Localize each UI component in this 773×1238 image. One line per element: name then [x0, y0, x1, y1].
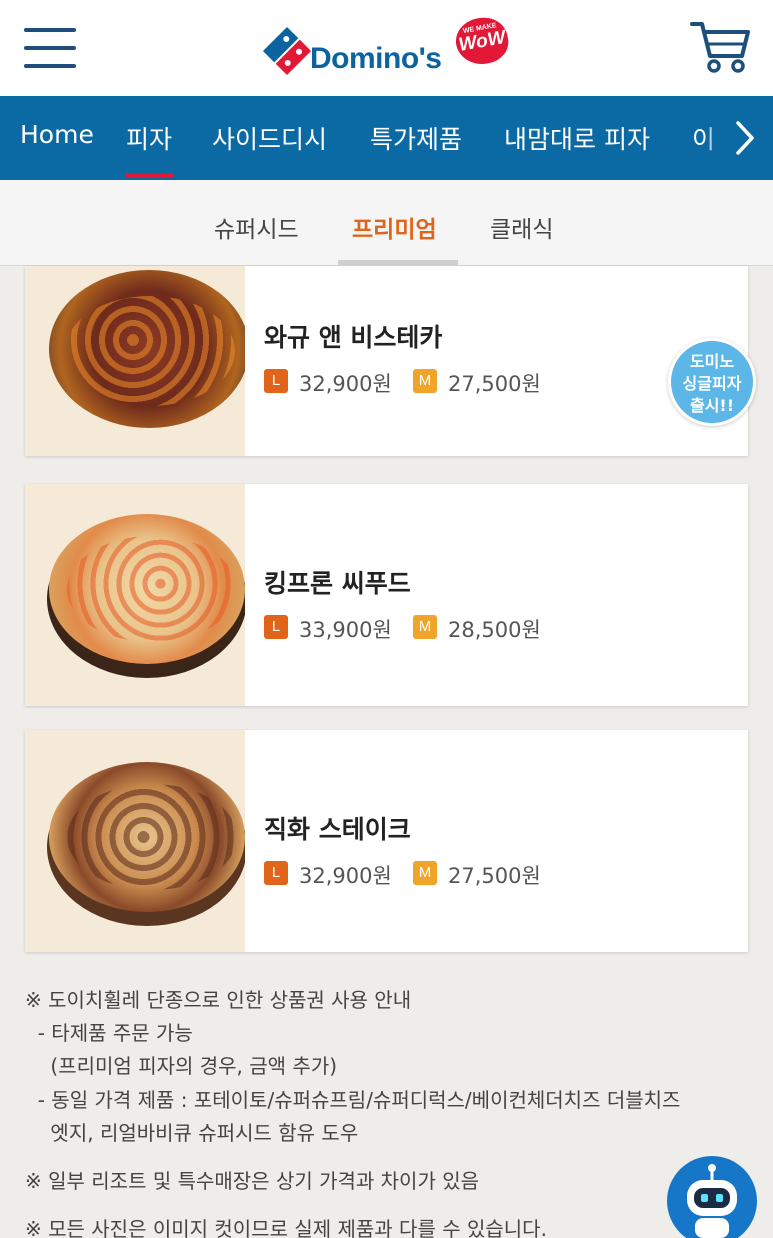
- promo-line: 출시!!: [689, 396, 735, 415]
- product-card[interactable]: 와규 앤 비스테카 L 32,900원 M 27,500원: [25, 266, 748, 456]
- dominos-logo[interactable]: Domino's WE MAKE WoW: [262, 13, 514, 82]
- nav-item-custom-pizza[interactable]: 내맘대로 피자: [504, 120, 650, 156]
- product-name: 킹프론 씨푸드: [264, 569, 411, 598]
- domino-tile-icon: [262, 26, 312, 76]
- price-medium: 27,500원: [448, 372, 541, 396]
- notice-text: - 동일 가격 제품 : 포테이토/슈퍼슈프림/슈퍼디럭스/베이컨체더치즈 더블…: [25, 1088, 681, 1112]
- notice-text: ※ 모든 사진은 이미지 컷이므로 실제 제품과 다를 수 있습니다.: [25, 1217, 547, 1238]
- size-l-badge: L: [264, 861, 288, 885]
- price-medium: 28,500원: [448, 618, 541, 642]
- price-large: 32,900원: [299, 372, 392, 396]
- robot-icon: [687, 1164, 737, 1238]
- main-nav: Home 피자 사이드디시 특가제품 내맘대로 피자 이: [0, 96, 773, 180]
- nav-active-indicator: [126, 173, 174, 178]
- notice-text: 엣지, 리얼바비큐 슈퍼시드 함유 도우: [25, 1121, 359, 1145]
- tab-premium[interactable]: 프리미엄: [352, 210, 437, 244]
- nav-next-button[interactable]: [718, 96, 773, 180]
- promo-line: 도미노: [689, 352, 735, 371]
- pizza-image: [25, 484, 245, 706]
- single-pizza-promo-badge[interactable]: 도미노 싱글피자 출시!!: [668, 338, 756, 426]
- pizza-image: [25, 730, 245, 952]
- notice-text: (프리미엄 피자의 경우, 금액 추가): [25, 1054, 338, 1078]
- hamburger-menu-icon[interactable]: [24, 28, 76, 70]
- size-m-badge: M: [413, 369, 437, 393]
- hamburger-line: [24, 28, 76, 32]
- pizza-category-tabs: 슈퍼시드 프리미엄 클래식: [0, 180, 773, 266]
- notice-text: ※ 일부 리조트 및 특수매장은 상기 가격과 차이가 있음: [25, 1169, 480, 1193]
- notice-text: ※ 도이치휠레 단종으로 인한 상품권 사용 안내: [25, 988, 412, 1012]
- size-m-badge: M: [413, 861, 437, 885]
- chevron-right-icon: [736, 121, 754, 155]
- nav-item-side-dish[interactable]: 사이드디시: [212, 120, 327, 156]
- price-large: 32,900원: [299, 864, 392, 888]
- size-m-badge: M: [413, 615, 437, 639]
- size-l-badge: L: [264, 369, 288, 393]
- price-medium: 27,500원: [448, 864, 541, 888]
- promo-line: 싱글피자: [682, 374, 742, 393]
- tab-active-indicator: [338, 260, 458, 265]
- product-name: 와규 앤 비스테카: [264, 323, 443, 352]
- tab-super-seed[interactable]: 슈퍼시드: [214, 210, 299, 244]
- nav-item-pizza[interactable]: 피자: [126, 120, 172, 156]
- product-card[interactable]: 직화 스테이크 L 32,900원 M 27,500원: [25, 730, 748, 952]
- top-header: Domino's WE MAKE WoW: [0, 0, 773, 96]
- product-name: 직화 스테이크: [264, 815, 411, 844]
- price-large: 33,900원: [299, 618, 392, 642]
- nav-item-home[interactable]: Home: [20, 120, 94, 149]
- we-make-wow-badge: WE MAKE WoW: [452, 13, 512, 69]
- pizza-image: [25, 266, 245, 456]
- size-l-badge: L: [264, 615, 288, 639]
- chatbot-button[interactable]: [667, 1156, 757, 1238]
- hamburger-line: [24, 64, 76, 68]
- tab-classic[interactable]: 클래식: [490, 210, 553, 244]
- hamburger-line: [24, 46, 76, 50]
- product-card[interactable]: 킹프론 씨푸드 L 33,900원 M 28,500원: [25, 484, 748, 706]
- shopping-cart-icon[interactable]: [690, 20, 752, 74]
- nav-item-special-offer[interactable]: 특가제품: [370, 120, 462, 156]
- logo-text: Domino's: [310, 42, 442, 75]
- notice-text: - 타제품 주문 가능: [25, 1021, 193, 1045]
